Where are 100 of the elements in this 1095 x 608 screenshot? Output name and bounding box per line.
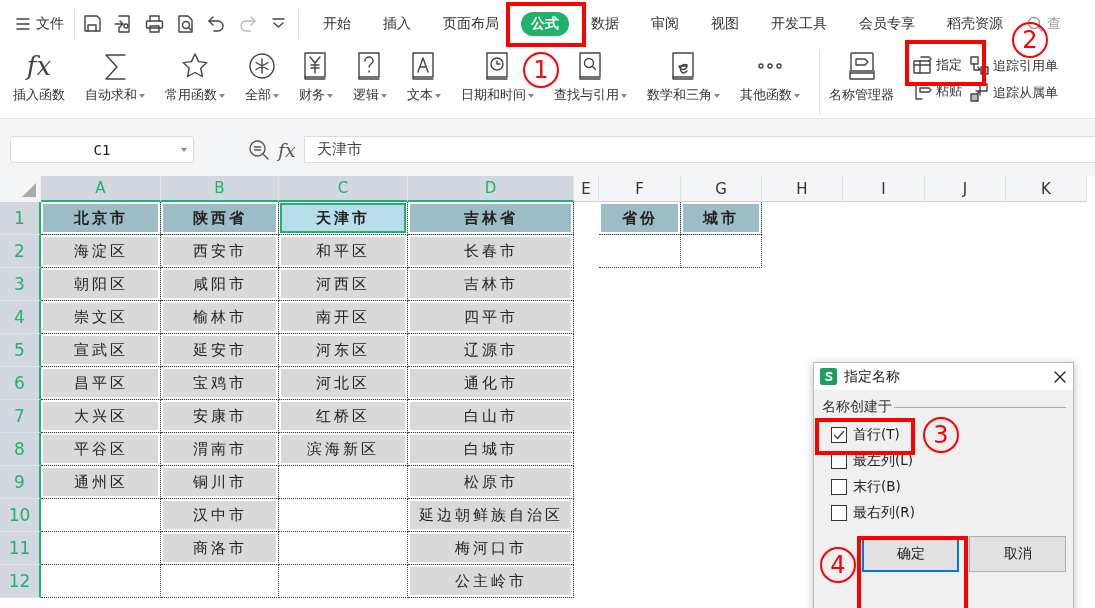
table-cell[interactable]: 榆林市 <box>161 301 279 334</box>
ribbon-button[interactable]: 财务 <box>298 50 334 104</box>
export-icon[interactable] <box>114 14 133 34</box>
table-cell[interactable] <box>161 565 279 598</box>
table-cell[interactable] <box>681 235 762 268</box>
checkbox[interactable] <box>831 505 847 521</box>
column-header[interactable]: F <box>599 176 681 202</box>
ribbon-button[interactable]: 粘贴 <box>913 82 962 100</box>
ribbon-tab[interactable]: 审阅 <box>641 12 689 36</box>
undo-icon[interactable] <box>207 14 226 34</box>
table-cell[interactable]: 吉林市 <box>408 268 574 301</box>
table-cell[interactable]: 松原市 <box>408 466 574 499</box>
ribbon-tab[interactable]: 开始 <box>313 12 361 36</box>
ribbon-tab[interactable]: 视图 <box>701 12 749 36</box>
table-cell[interactable]: 延安市 <box>161 334 279 367</box>
print-icon[interactable] <box>145 14 164 34</box>
table-cell[interactable]: 海淀区 <box>41 235 161 268</box>
table-cell[interactable]: 公主岭市 <box>408 565 574 598</box>
table-cell[interactable]: 省份 <box>599 202 681 235</box>
table-cell[interactable]: 河北区 <box>279 367 408 400</box>
table-cell[interactable]: 梅河口市 <box>408 532 574 565</box>
column-header[interactable]: H <box>762 176 843 202</box>
table-cell[interactable]: 白城市 <box>408 433 574 466</box>
ribbon-button[interactable]: 指定 <box>913 56 962 74</box>
table-cell[interactable]: 通州区 <box>41 466 161 499</box>
table-cell[interactable]: 商洛市 <box>161 532 279 565</box>
checkbox-option[interactable]: 首行(T) <box>831 426 900 444</box>
dialog-button[interactable]: 取消 <box>969 536 1066 572</box>
ribbon-button[interactable]: 数学和三角 <box>646 50 721 104</box>
table-cell[interactable]: 吉林省 <box>408 202 574 235</box>
table-cell[interactable] <box>41 499 161 532</box>
checkbox[interactable] <box>831 479 847 495</box>
table-cell[interactable] <box>41 565 161 598</box>
table-cell[interactable]: 宣武区 <box>41 334 161 367</box>
table-cell[interactable]: 西安市 <box>161 235 279 268</box>
table-cell[interactable]: 渭南市 <box>161 433 279 466</box>
table-cell[interactable]: 北京市 <box>41 202 161 235</box>
column-header[interactable]: E <box>574 176 599 202</box>
column-header[interactable]: K <box>1006 176 1087 202</box>
table-cell[interactable]: 陕西省 <box>161 202 279 235</box>
table-cell[interactable]: 河东区 <box>279 334 408 367</box>
function-icon[interactable]: fx <box>278 138 296 161</box>
table-cell[interactable]: 红桥区 <box>279 400 408 433</box>
table-cell[interactable]: 白山市 <box>408 400 574 433</box>
table-cell[interactable]: 大兴区 <box>41 400 161 433</box>
table-cell[interactable]: 滨海新区 <box>279 433 408 466</box>
table-cell[interactable]: 长春市 <box>408 235 574 268</box>
table-cell[interactable]: 安康市 <box>161 400 279 433</box>
table-cell[interactable]: 河西区 <box>279 268 408 301</box>
checkbox-option[interactable]: 最右列(R) <box>831 504 915 522</box>
table-cell[interactable]: 平谷区 <box>41 433 161 466</box>
table-cell[interactable]: 城市 <box>681 202 762 235</box>
table-cell[interactable] <box>279 466 408 499</box>
table-cell[interactable]: 辽源市 <box>408 334 574 367</box>
table-cell[interactable]: 通化市 <box>408 367 574 400</box>
table-cell[interactable] <box>279 499 408 532</box>
column-header[interactable]: G <box>681 176 762 202</box>
checkbox[interactable] <box>831 427 847 443</box>
table-cell[interactable]: 朝阳区 <box>41 268 161 301</box>
ribbon-button[interactable]: 文本 <box>406 50 442 104</box>
ribbon-button[interactable]: 其他函数 <box>739 50 801 104</box>
ribbon-tab[interactable]: 插入 <box>373 12 421 36</box>
table-cell[interactable] <box>41 532 161 565</box>
column-header[interactable]: J <box>925 176 1006 202</box>
table-cell[interactable]: 南开区 <box>279 301 408 334</box>
ribbon-button[interactable]: 名称管理器 <box>828 50 895 104</box>
table-cell[interactable]: 和平区 <box>279 235 408 268</box>
table-cell[interactable] <box>279 565 408 598</box>
table-cell[interactable]: 崇文区 <box>41 301 161 334</box>
file-menu[interactable]: 文件 <box>16 15 64 33</box>
checkbox-option[interactable]: 末行(B) <box>831 478 901 496</box>
ribbon-button[interactable]: 逻辑 <box>352 50 388 104</box>
table-cell[interactable] <box>599 235 681 268</box>
table-cell[interactable]: 四平市 <box>408 301 574 334</box>
table-cell[interactable]: 汉中市 <box>161 499 279 532</box>
ribbon-tab[interactable]: 开发工具 <box>761 12 837 36</box>
table-cell[interactable]: 铜川市 <box>161 466 279 499</box>
table-cell[interactable]: 咸阳市 <box>161 268 279 301</box>
zoom-icon[interactable] <box>248 138 270 161</box>
ribbon-button[interactable]: fx 插入函数 <box>12 50 66 104</box>
table-cell[interactable]: 延边朝鲜族自治区 <box>408 499 574 532</box>
table-cell[interactable] <box>279 532 408 565</box>
ribbon-button[interactable]: 追踪从属单 <box>970 83 1058 102</box>
ribbon-tab[interactable]: 稻壳资源 <box>937 12 1013 36</box>
ribbon-button[interactable]: 追踪引用单 <box>970 56 1058 75</box>
close-button[interactable] <box>1053 369 1067 384</box>
ribbon-tab[interactable]: 会员专享 <box>849 12 925 36</box>
formula-field[interactable]: 天津市 <box>303 136 1095 163</box>
ribbon-tab[interactable]: 数据 <box>581 12 629 36</box>
ribbon-button[interactable]: 自动求和 <box>84 50 146 104</box>
ribbon-button[interactable]: 全部 <box>244 50 280 104</box>
column-header[interactable]: I <box>843 176 925 202</box>
ribbon-button[interactable]: 常用函数 <box>164 50 226 104</box>
name-box[interactable]: C1 <box>10 136 194 163</box>
table-cell[interactable]: 昌平区 <box>41 367 161 400</box>
table-cell[interactable]: 天津市 <box>279 202 408 235</box>
table-cell[interactable]: 宝鸡市 <box>161 367 279 400</box>
save-icon[interactable] <box>83 14 102 34</box>
print-preview-icon[interactable] <box>176 14 195 34</box>
ribbon-tab[interactable]: 页面布局 <box>433 12 509 36</box>
